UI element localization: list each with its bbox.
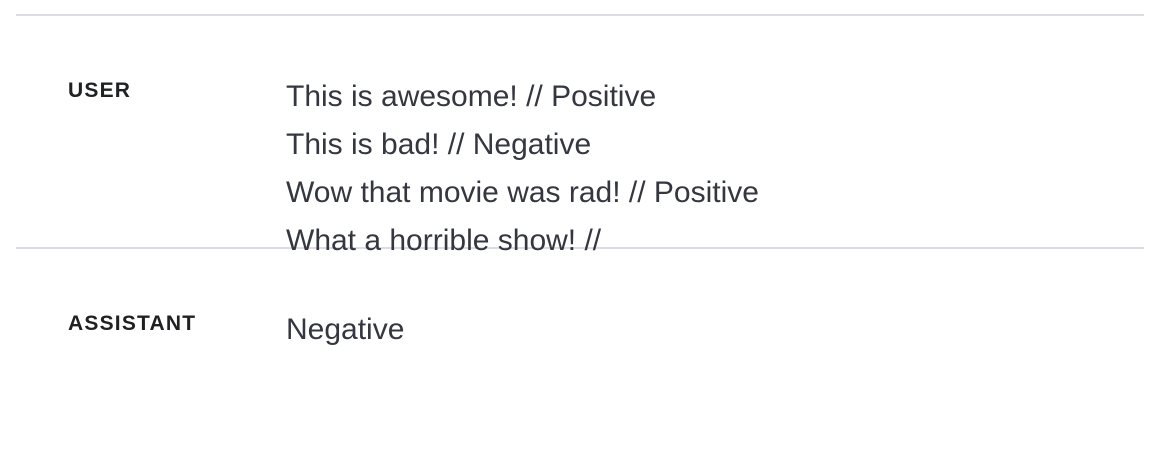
message-line: What a horrible show! //: [286, 224, 602, 257]
message-content[interactable]: This is awesome! // Positive This is bad…: [286, 73, 759, 265]
role-label: USER: [68, 79, 132, 102]
message-content[interactable]: Negative: [286, 306, 404, 354]
chat-thread: USER This is awesome! // Positive This i…: [16, 14, 1144, 354]
message-line: Negative: [286, 313, 405, 346]
role-label: ASSISTANT: [68, 312, 197, 335]
message-user[interactable]: USER This is awesome! // Positive This i…: [16, 16, 1144, 257]
message-line: This is bad! // Negative: [286, 128, 592, 161]
message-line: This is awesome! // Positive: [286, 80, 657, 113]
message-line: Wow that movie was rad! // Positive: [286, 176, 759, 209]
